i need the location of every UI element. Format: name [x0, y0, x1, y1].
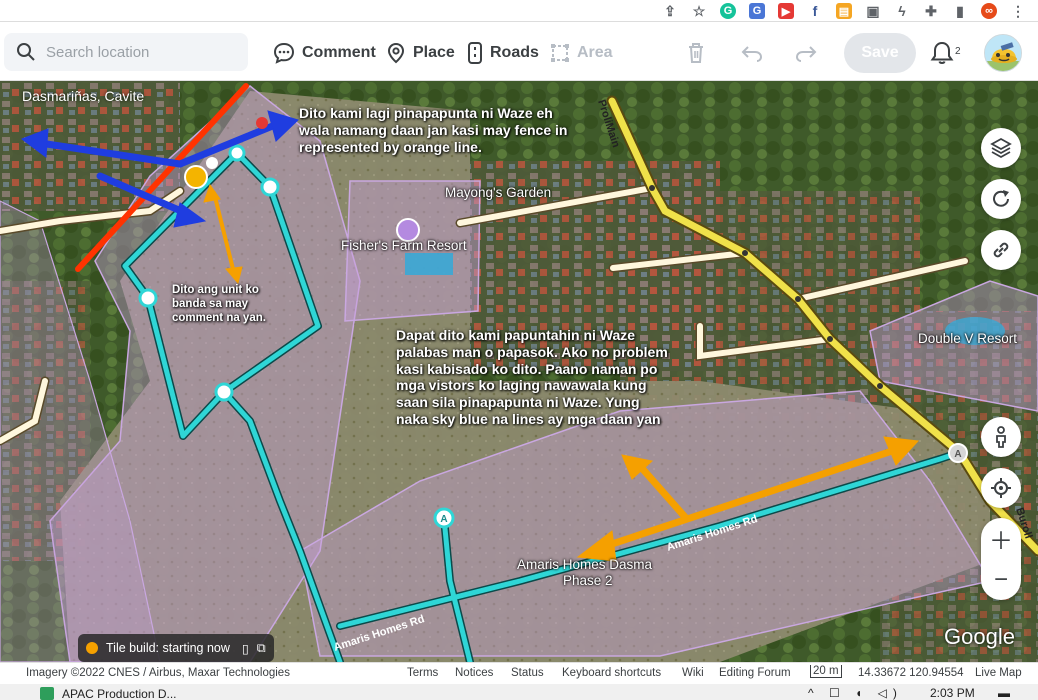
roads-tool-button[interactable]: Roads: [467, 40, 539, 66]
refresh-button[interactable]: [981, 179, 1021, 219]
avatar[interactable]: [984, 34, 1022, 72]
tile-build-text: Tile build: starting now: [106, 641, 230, 655]
search-input[interactable]: [46, 43, 236, 61]
street-view-button[interactable]: [981, 417, 1021, 457]
bolt-icon[interactable]: ϟ: [894, 3, 910, 19]
share-icon[interactable]: ⇪: [662, 3, 678, 19]
link-icon: [993, 242, 1009, 258]
place-label-mayongs-garden[interactable]: Mayong's Garden: [445, 185, 551, 200]
notification-count: 2: [955, 46, 961, 57]
place-pin-icon: [387, 42, 405, 64]
my-location-button[interactable]: [981, 468, 1021, 508]
comment-count-badge: [206, 157, 218, 169]
menu-dots-icon[interactable]: ⋮: [1010, 3, 1026, 19]
permalink-button[interactable]: [981, 230, 1021, 270]
facebook-icon[interactable]: f: [807, 3, 823, 19]
system-tray-icons[interactable]: ^ ☐ ◖ ◁): [808, 686, 903, 700]
undo-button[interactable]: [740, 41, 764, 65]
redo-button[interactable]: [794, 41, 818, 65]
taskbar-app-icon[interactable]: [40, 687, 54, 700]
extension-icon[interactable]: ▤: [836, 3, 852, 19]
crosshair-icon: [991, 478, 1011, 498]
node-a-label-2: A: [954, 449, 961, 460]
grammarly-icon[interactable]: G: [720, 3, 736, 19]
notification-center-icon[interactable]: ▬: [998, 686, 1010, 700]
place-label: Place: [413, 44, 455, 61]
star-icon[interactable]: ☆: [691, 3, 707, 19]
status-link[interactable]: Status: [511, 667, 544, 679]
annotation-unit-text: Dito ang unit ko banda sa may comment na…: [172, 284, 266, 324]
clock[interactable]: 2:03 PM: [930, 686, 975, 700]
place-label-amaris[interactable]: Amaris Homes Dasma: [517, 557, 652, 572]
area-label: Area: [577, 44, 613, 61]
avatar-car-icon: [985, 35, 1021, 71]
annotation-middle-text: Dapat dito kami papuntahin ni Waze palab…: [396, 327, 668, 427]
puzzle-icon[interactable]: ✚: [923, 3, 939, 19]
sidebar-icon[interactable]: ▮: [952, 3, 968, 19]
area-icon: [551, 44, 569, 62]
search-icon: [17, 43, 35, 61]
undo-icon: [741, 46, 763, 62]
keyboard-shortcuts-link[interactable]: Keyboard shortcuts: [562, 667, 661, 679]
terms-link[interactable]: Terms: [407, 667, 438, 679]
live-map-link[interactable]: Live Map: [975, 667, 1022, 679]
place-label-double-v[interactable]: Double V Resort: [918, 331, 1017, 346]
phone-icon[interactable]: ▯: [242, 641, 249, 656]
comment-icon: [273, 42, 295, 64]
redo-icon: [795, 46, 817, 62]
save-button[interactable]: Save: [844, 33, 916, 73]
map-footer: Imagery ©2022 CNES / Airbus, Maxar Techn…: [0, 662, 1038, 684]
city-label: Dasmariñas, Cavite: [22, 88, 145, 104]
video-icon[interactable]: ▶: [778, 3, 794, 19]
coordinates-readout: 14.33672 120.94554: [858, 667, 964, 679]
external-link-icon[interactable]: ⧉: [257, 641, 266, 656]
layers-button[interactable]: [981, 128, 1021, 168]
annotation-top-text: Dito kami lagi pinapapunta ni Waze eh wa…: [299, 105, 568, 155]
comment-marker[interactable]: [184, 165, 208, 189]
place-tool-button[interactable]: Place: [386, 40, 455, 66]
wiki-link[interactable]: Wiki: [682, 667, 704, 679]
area-tool-button[interactable]: Area: [550, 40, 613, 66]
trash-icon: [689, 43, 703, 63]
node-a-label: A: [440, 514, 447, 525]
search-box[interactable]: [4, 33, 248, 71]
map-canvas[interactable]: A A Amaris Homes Rd Amaris Homes Rd Prol…: [0, 81, 1038, 662]
zoom-controls: ＋ −: [981, 518, 1021, 600]
profile-icon[interactable]: ∞: [981, 3, 997, 19]
pegman-icon: [996, 426, 1006, 448]
refresh-icon: [993, 190, 1009, 207]
marker-pin[interactable]: [256, 117, 268, 129]
roads-label: Roads: [490, 44, 539, 61]
road-icon: [468, 42, 482, 64]
google-logo: Google: [944, 624, 1015, 649]
place-label-amaris-phase: Phase 2: [563, 573, 613, 588]
image-icon[interactable]: ▣: [865, 3, 881, 19]
tile-build-icon: [86, 642, 98, 654]
editor-toolbar: Comment Place Roads Area: [0, 22, 1038, 81]
editing-forum-link[interactable]: Editing Forum: [719, 667, 791, 679]
zoom-in-button[interactable]: ＋: [981, 518, 1021, 559]
notices-link[interactable]: Notices: [455, 667, 493, 679]
zoom-out-button[interactable]: −: [981, 559, 1021, 600]
taskbar-app-label[interactable]: APAC Production D...: [62, 687, 177, 700]
browser-extension-bar: ⇪ ☆ G G ▶ f ▤ ▣ ϟ ✚ ▮ ∞ ⋮: [0, 0, 1038, 22]
os-taskbar: APAC Production D... ^ ☐ ◖ ◁) 2:03 PM ▬: [0, 684, 1038, 700]
translate-icon[interactable]: G: [749, 3, 765, 19]
tile-build-status: Tile build: starting now ▯ ⧉: [78, 634, 274, 662]
comment-tool-button[interactable]: Comment: [273, 40, 376, 66]
layers-icon: [990, 137, 1012, 159]
delete-button[interactable]: [684, 41, 708, 65]
place-label-fishers-farm[interactable]: Fisher's Farm Resort: [341, 238, 467, 253]
scale-indicator: 20 m: [810, 665, 842, 678]
comment-label: Comment: [302, 44, 376, 61]
imagery-attribution: Imagery ©2022 CNES / Airbus, Maxar Techn…: [26, 667, 290, 679]
